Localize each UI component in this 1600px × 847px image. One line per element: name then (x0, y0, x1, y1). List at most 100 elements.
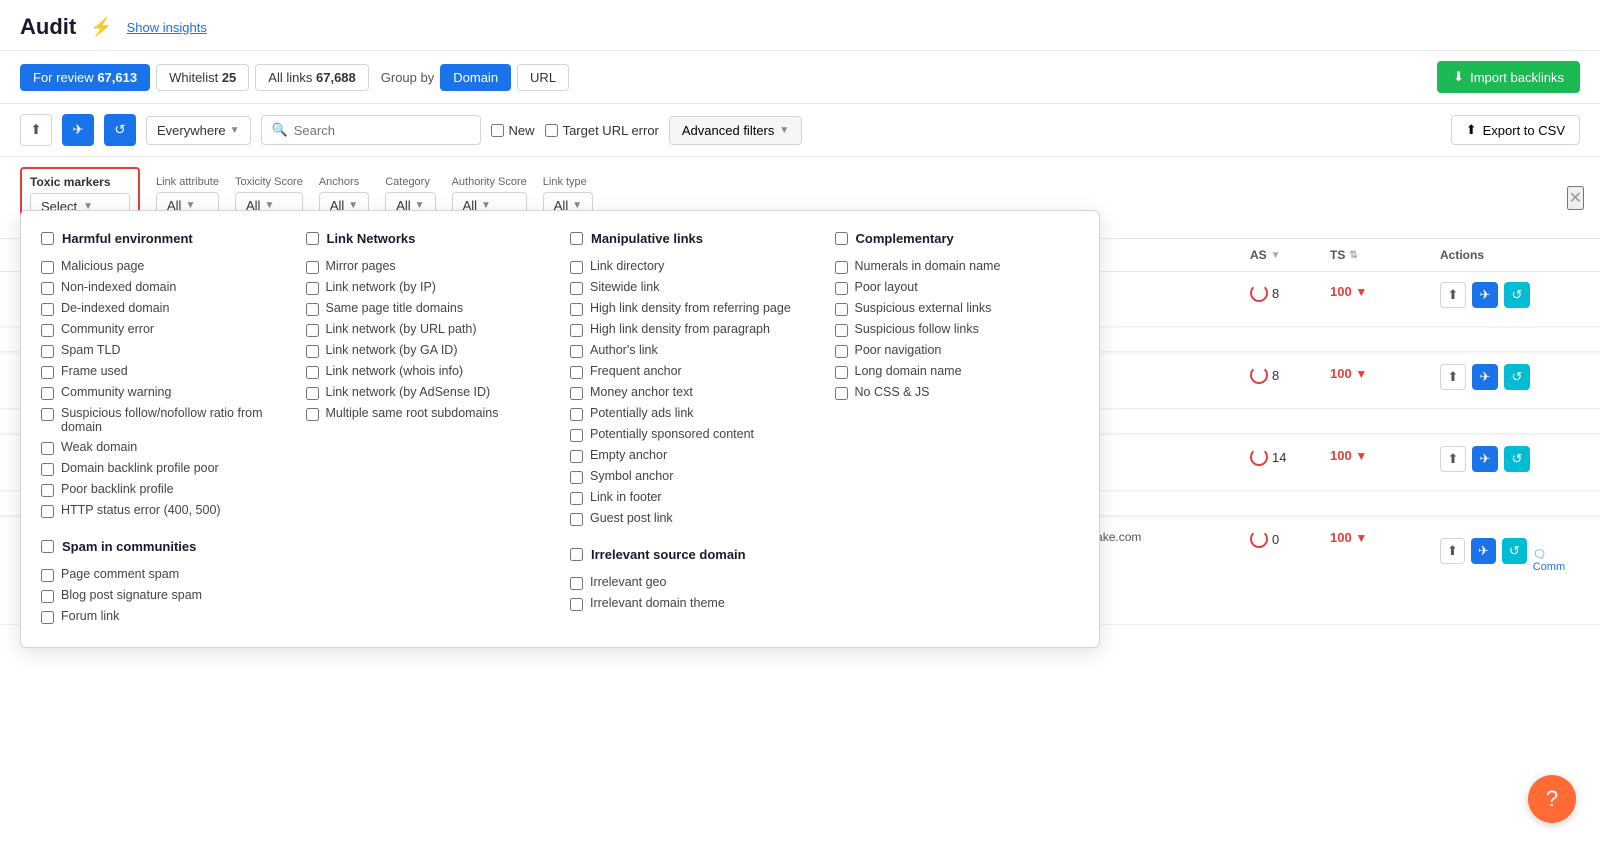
list-item[interactable]: High link density from paragraph (570, 319, 815, 340)
list-item[interactable]: Multiple same root subdomains (306, 403, 551, 424)
expand-icon[interactable]: ▼ (1355, 449, 1367, 463)
list-item[interactable]: Potentially sponsored content (570, 424, 815, 445)
list-item[interactable]: Page comment spam (41, 564, 286, 585)
list-item[interactable]: Link network (whois info) (306, 361, 551, 382)
list-item[interactable]: Frequent anchor (570, 361, 815, 382)
group-domain-btn[interactable]: Domain (440, 64, 511, 91)
list-item[interactable]: Malicious page (41, 256, 286, 277)
list-item[interactable]: Suspicious external links (835, 298, 1080, 319)
list-item[interactable]: Blog post signature spam (41, 585, 286, 606)
list-item[interactable]: Irrelevant domain theme (570, 593, 815, 614)
list-item[interactable]: Spam TLD (41, 340, 286, 361)
list-item[interactable]: Poor layout (835, 277, 1080, 298)
list-item[interactable]: Link network (by IP) (306, 277, 551, 298)
export-icon-btn[interactable]: ⬆ (20, 114, 52, 146)
whitelist-tab[interactable]: Whitelist 25 (156, 64, 249, 91)
link-networks-checkbox[interactable] (306, 232, 319, 245)
expand-icon[interactable]: ▼ (1355, 531, 1367, 545)
manipulative-links-checkbox[interactable] (570, 232, 583, 245)
list-item[interactable]: Frame used (41, 361, 286, 382)
list-item[interactable]: Suspicious follow/nofollow ratio from do… (41, 403, 286, 437)
harmful-env-title: Harmful environment (62, 231, 193, 246)
list-item[interactable]: Link directory (570, 256, 815, 277)
expand-icon[interactable]: ▼ (1355, 367, 1367, 381)
comment-btn2[interactable]: 🗨 Comm (1533, 548, 1580, 573)
for-review-tab[interactable]: For review 67,613 (20, 64, 150, 91)
target-url-checkbox-label[interactable]: Target URL error (545, 123, 659, 138)
comment-button[interactable]: 🗨 Comm (1533, 548, 1580, 573)
as-col-header[interactable]: AS ▼ (1250, 248, 1330, 262)
export-csv-btn[interactable]: ⬆ Export to CSV (1451, 115, 1580, 145)
export-action-btn[interactable]: ⬆ (1440, 538, 1465, 564)
list-item[interactable]: No CSS & JS (835, 382, 1080, 403)
list-item[interactable]: Long domain name (835, 361, 1080, 382)
list-item[interactable]: Community error (41, 319, 286, 340)
expand-icon[interactable]: ▼ (1355, 285, 1367, 299)
location-value: Everywhere (157, 123, 226, 138)
list-item[interactable]: Non-indexed domain (41, 277, 286, 298)
list-item[interactable]: Community warning (41, 382, 286, 403)
export-action-btn[interactable]: ⬆ (1440, 364, 1466, 390)
search-input[interactable] (294, 123, 470, 138)
complementary-checkbox[interactable] (835, 232, 848, 245)
show-insights-link[interactable]: Show insights (127, 20, 207, 35)
export-action-btn[interactable]: ⬆ (1440, 446, 1466, 472)
help-button[interactable]: ? (1528, 775, 1576, 823)
list-item[interactable]: Potentially ads link (570, 403, 815, 424)
send-action-btn[interactable]: ✈ (1472, 446, 1498, 472)
loading-spinner (1250, 366, 1268, 384)
ts-col-header[interactable]: TS ⇅ (1330, 248, 1440, 262)
refresh-icon-btn[interactable]: ↺ (104, 114, 136, 146)
send-action-btn[interactable]: ✈ (1472, 282, 1498, 308)
new-checkbox-label[interactable]: New (491, 123, 535, 138)
list-item[interactable]: Domain backlink profile poor (41, 458, 286, 479)
send-action-btn[interactable]: ✈ (1472, 364, 1498, 390)
list-item[interactable]: Sitewide link (570, 277, 815, 298)
list-item[interactable]: Numerals in domain name (835, 256, 1080, 277)
list-item[interactable]: Poor navigation (835, 340, 1080, 361)
list-item[interactable]: Symbol anchor (570, 466, 815, 487)
send-action-btn[interactable]: ✈ (1471, 538, 1496, 564)
actions-cell: ⬆ ✈ ↺ 🗨 Comm (1440, 528, 1580, 573)
list-item[interactable]: Same page title domains (306, 298, 551, 319)
search-box[interactable]: 🔍 (261, 115, 481, 145)
import-backlinks-btn[interactable]: ⬇ Import backlinks (1437, 61, 1580, 93)
new-checkbox[interactable] (491, 124, 504, 137)
list-item[interactable]: Weak domain (41, 437, 286, 458)
disavow-action-btn[interactable]: ↺ (1504, 282, 1530, 308)
list-item[interactable]: Guest post link (570, 508, 815, 529)
harmful-env-checkbox[interactable] (41, 232, 54, 245)
list-item[interactable]: Mirror pages (306, 256, 551, 277)
export-action-btn[interactable]: ⬆ (1440, 282, 1466, 308)
list-item[interactable]: Forum link (41, 606, 286, 627)
target-url-checkbox[interactable] (545, 124, 558, 137)
location-dropdown[interactable]: Everywhere ▼ (146, 116, 251, 145)
list-item[interactable]: High link density from referring page (570, 298, 815, 319)
search-icon: 🔍 (272, 122, 288, 138)
list-item[interactable]: Link network (by URL path) (306, 319, 551, 340)
close-adv-filters-btn[interactable]: ✕ (1567, 186, 1584, 210)
filter-icon-btn[interactable]: ✈ (62, 114, 94, 146)
list-item[interactable]: Suspicious follow links (835, 319, 1080, 340)
disavow-action-btn[interactable]: ↺ (1502, 538, 1527, 564)
group-url-btn[interactable]: URL (517, 64, 569, 91)
advanced-filters-btn[interactable]: Advanced filters ▼ (669, 116, 802, 145)
list-item[interactable]: HTTP status error (400, 500) (41, 500, 286, 521)
disavow-action-btn[interactable]: ↺ (1504, 364, 1530, 390)
list-item[interactable]: Link in footer (570, 487, 815, 508)
ts-cell: 100 ▼ (1330, 446, 1440, 463)
irrelevant-domain-checkbox[interactable] (570, 548, 583, 561)
spam-communities-checkbox[interactable] (41, 540, 54, 553)
list-item[interactable]: Poor backlink profile (41, 479, 286, 500)
list-item[interactable]: Author's link (570, 340, 815, 361)
list-item[interactable]: Irrelevant geo (570, 572, 815, 593)
list-item[interactable]: Link network (by GA ID) (306, 340, 551, 361)
all-links-tab[interactable]: All links 67,688 (255, 64, 368, 91)
list-item[interactable]: Link network (by AdSense ID) (306, 382, 551, 403)
disavow-action-btn[interactable]: ↺ (1504, 446, 1530, 472)
list-item[interactable]: Money anchor text (570, 382, 815, 403)
lightning-icon: ⚡ (90, 17, 112, 38)
list-item[interactable]: De-indexed domain (41, 298, 286, 319)
list-item[interactable]: Empty anchor (570, 445, 815, 466)
filter-icon: ✈ (72, 122, 83, 138)
